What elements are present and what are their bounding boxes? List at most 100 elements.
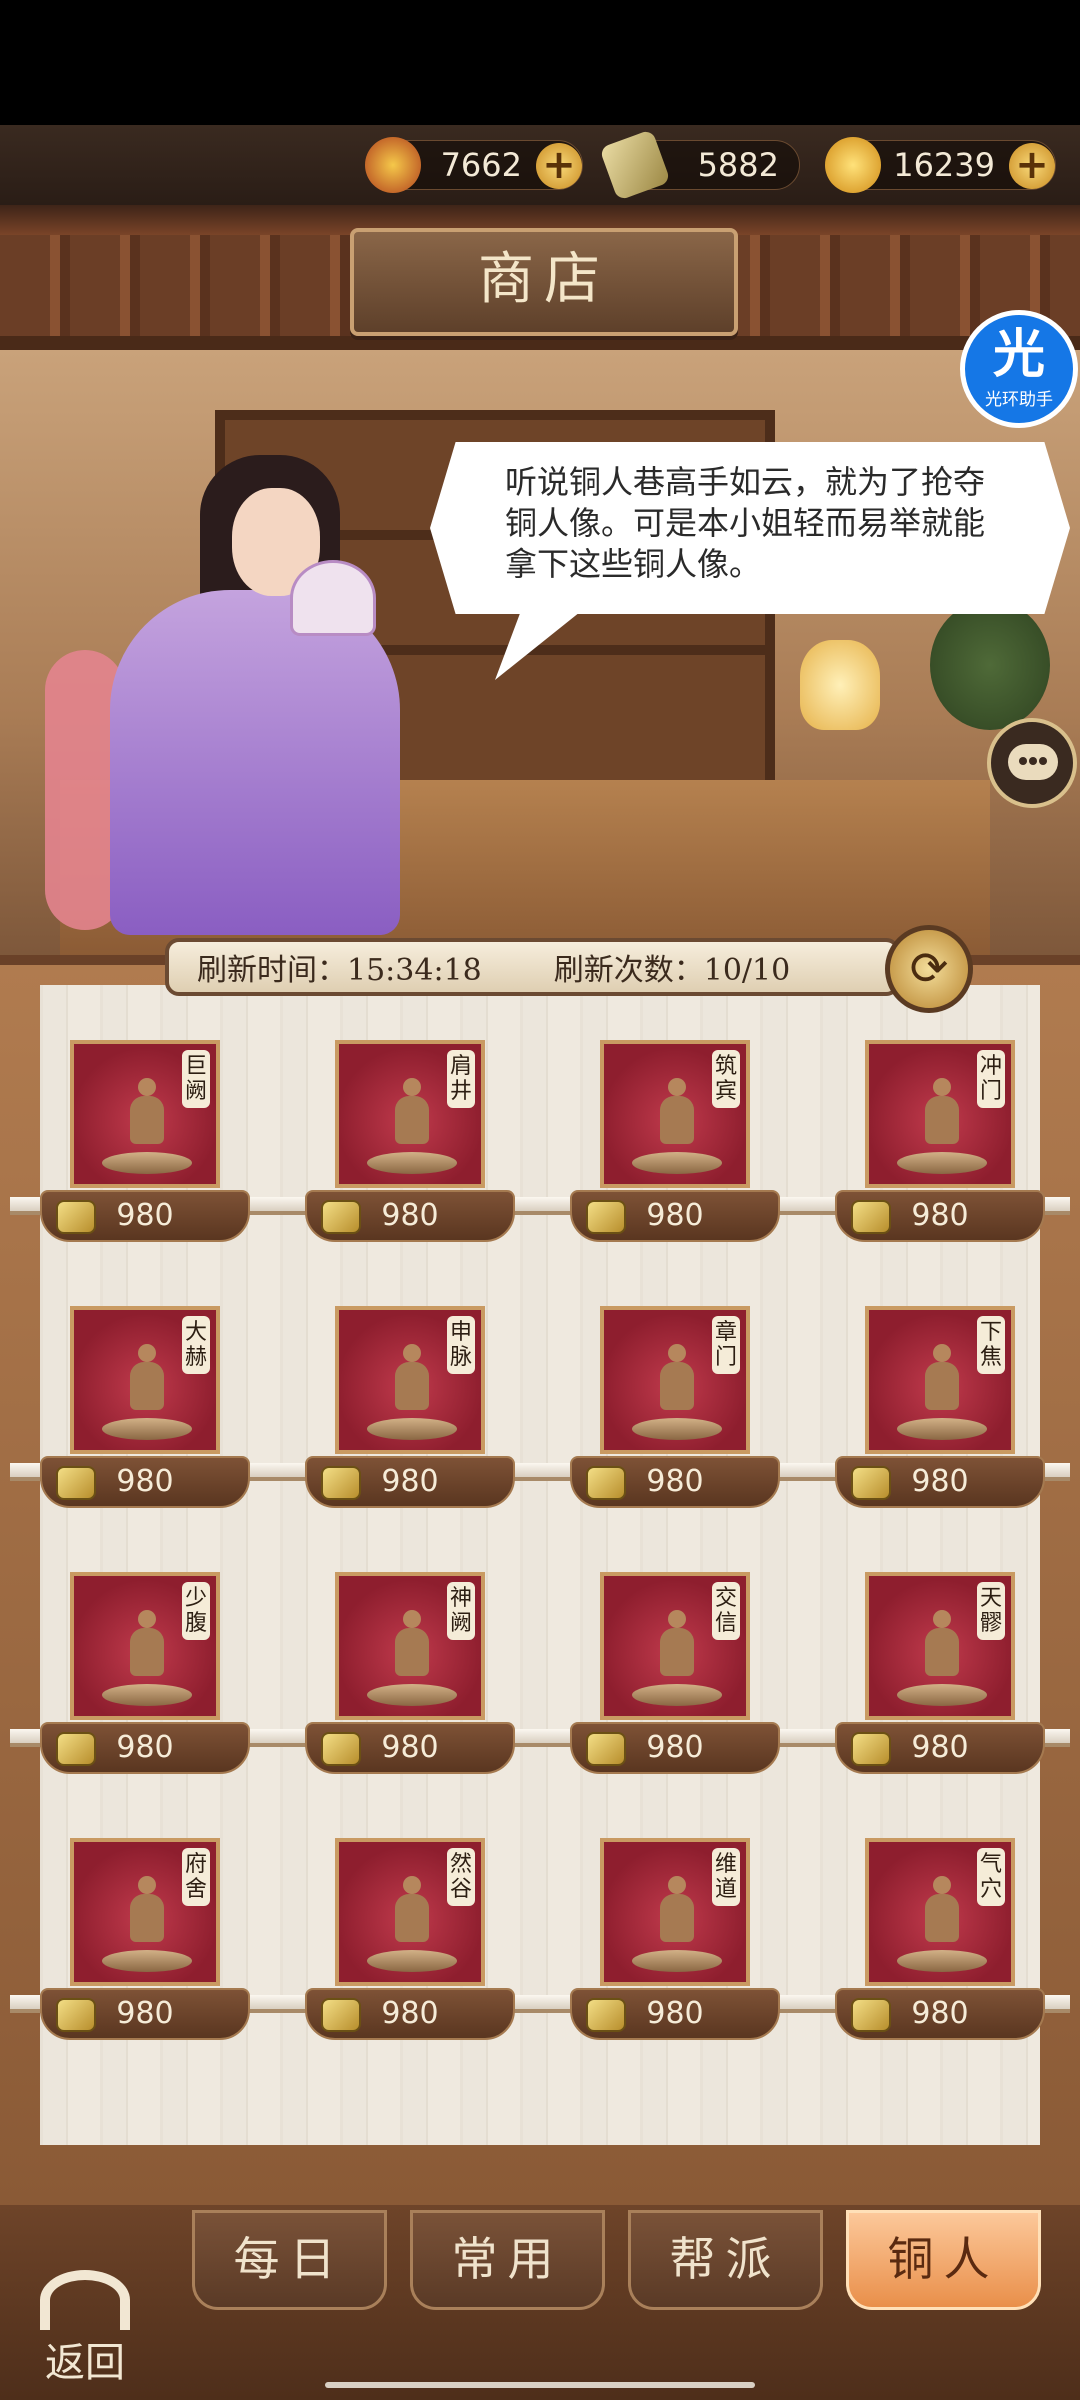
item-price-button[interactable]: 980: [40, 1988, 250, 2040]
refresh-button[interactable]: ⟳: [885, 925, 973, 1013]
currency-token-icon: [321, 1732, 361, 1766]
item-price: 980: [646, 1730, 704, 1765]
currency-token-icon: [851, 1200, 891, 1234]
item-card[interactable]: 冲门: [865, 1040, 1015, 1188]
currency-token-icon: [851, 1732, 891, 1766]
bronze-statue-icon: [660, 1362, 694, 1410]
helper-logo-icon: 光: [992, 325, 1045, 385]
item-card[interactable]: 章门: [600, 1306, 750, 1454]
currency-token-icon: [586, 1998, 626, 2032]
shop-item[interactable]: 筑宾 980: [570, 1040, 780, 1245]
item-price-button[interactable]: 980: [835, 1190, 1045, 1242]
item-name: 筑宾: [712, 1050, 740, 1108]
item-price-button[interactable]: 980: [40, 1722, 250, 1774]
tab-common[interactable]: 常用: [410, 2210, 605, 2310]
shop-item[interactable]: 神阙 980: [305, 1572, 515, 1777]
item-card[interactable]: 少腹: [70, 1572, 220, 1720]
item-price: 980: [116, 1198, 174, 1233]
item-price-button[interactable]: 980: [305, 1722, 515, 1774]
bronze-statue-icon: [660, 1096, 694, 1144]
fan-icon: [290, 560, 376, 636]
shop-item[interactable]: 申脉 980: [305, 1306, 515, 1511]
helper-app-button[interactable]: 光 光环助手: [960, 310, 1078, 428]
item-price-button[interactable]: 980: [835, 1988, 1045, 2040]
bronze-statue-icon: [925, 1628, 959, 1676]
dragon-emblem-icon: [365, 137, 421, 193]
item-price-button[interactable]: 980: [570, 1456, 780, 1508]
item-name: 少腹: [182, 1582, 210, 1640]
item-price: 980: [646, 1464, 704, 1499]
tab-bronze[interactable]: 铜人: [846, 2210, 1041, 2310]
bronze-statue-icon: [395, 1096, 429, 1144]
shop-item[interactable]: 交信 980: [570, 1572, 780, 1777]
item-card[interactable]: 神阙: [335, 1572, 485, 1720]
item-price-button[interactable]: 980: [570, 1988, 780, 2040]
item-price: 980: [646, 1198, 704, 1233]
currency-token-icon: [56, 1732, 96, 1766]
item-card[interactable]: 肩井: [335, 1040, 485, 1188]
bronze-statue-icon: [925, 1362, 959, 1410]
shop-item[interactable]: 巨阙 980: [40, 1040, 250, 1245]
item-price: 980: [381, 1198, 439, 1233]
currency-token-icon: [56, 1998, 96, 2032]
helper-label: 光环助手: [985, 390, 1053, 410]
item-price: 980: [116, 1996, 174, 2031]
shop-item[interactable]: 天髎 980: [835, 1572, 1045, 1777]
item-card[interactable]: 天髎: [865, 1572, 1015, 1720]
item-name: 冲门: [977, 1050, 1005, 1108]
currency-token-icon: [321, 1466, 361, 1500]
item-price-button[interactable]: 980: [40, 1190, 250, 1242]
tab-daily[interactable]: 每日: [192, 2210, 387, 2310]
bronze-statue-icon: [130, 1894, 164, 1942]
item-price-button[interactable]: 980: [570, 1722, 780, 1774]
currency-token-icon: [321, 1200, 361, 1234]
tab-guild[interactable]: 帮派: [628, 2210, 823, 2310]
shop-item[interactable]: 维道 980: [570, 1838, 780, 2043]
chat-button[interactable]: [987, 718, 1077, 808]
item-price-button[interactable]: 980: [835, 1456, 1045, 1508]
shop-item[interactable]: 章门 980: [570, 1306, 780, 1511]
item-price-button[interactable]: 980: [305, 1988, 515, 2040]
item-card[interactable]: 府舍: [70, 1838, 220, 1986]
bronze-statue-icon: [130, 1096, 164, 1144]
item-price-button[interactable]: 980: [570, 1190, 780, 1242]
shop-item[interactable]: 下焦 980: [835, 1306, 1045, 1511]
item-name: 气穴: [977, 1848, 1005, 1906]
shop-item[interactable]: 肩井 980: [305, 1040, 515, 1245]
item-name: 神阙: [447, 1582, 475, 1640]
item-name: 肩井: [447, 1050, 475, 1108]
item-card[interactable]: 筑宾: [600, 1040, 750, 1188]
item-card[interactable]: 维道: [600, 1838, 750, 1986]
item-price-button[interactable]: 980: [835, 1722, 1045, 1774]
shop-item[interactable]: 少腹 980: [40, 1572, 250, 1777]
back-arrow-icon: [40, 2270, 130, 2330]
bronze-statue-icon: [660, 1628, 694, 1676]
item-price-button[interactable]: 980: [40, 1456, 250, 1508]
shop-item[interactable]: 然谷 980: [305, 1838, 515, 2043]
item-price-button[interactable]: 980: [305, 1456, 515, 1508]
item-price-button[interactable]: 980: [305, 1190, 515, 1242]
back-button[interactable]: 返回: [30, 2270, 140, 2390]
item-name: 然谷: [447, 1848, 475, 1906]
item-price: 980: [116, 1464, 174, 1499]
currency-dragon: 7662 +: [365, 137, 583, 193]
item-card[interactable]: 申脉: [335, 1306, 485, 1454]
shop-item[interactable]: 府舍 980: [40, 1838, 250, 2043]
shop-item[interactable]: 大赫 980: [40, 1306, 250, 1511]
add-currency-button[interactable]: +: [536, 143, 582, 189]
shop-item[interactable]: 冲门 980: [835, 1040, 1045, 1245]
item-card[interactable]: 巨阙: [70, 1040, 220, 1188]
bronze-statue-icon: [130, 1628, 164, 1676]
item-card[interactable]: 大赫: [70, 1306, 220, 1454]
item-name: 天髎: [977, 1582, 1005, 1640]
item-card[interactable]: 气穴: [865, 1838, 1015, 1986]
shop-item[interactable]: 气穴 980: [835, 1838, 1045, 2043]
item-card[interactable]: 然谷: [335, 1838, 485, 1986]
item-card[interactable]: 下焦: [865, 1306, 1015, 1454]
item-price: 980: [381, 1730, 439, 1765]
refresh-count: 刷新次数：10/10: [553, 953, 791, 988]
currency-token-icon: [321, 1998, 361, 2032]
add-gold-button[interactable]: +: [1009, 143, 1055, 189]
shop-title: 商店: [350, 228, 738, 336]
item-card[interactable]: 交信: [600, 1572, 750, 1720]
